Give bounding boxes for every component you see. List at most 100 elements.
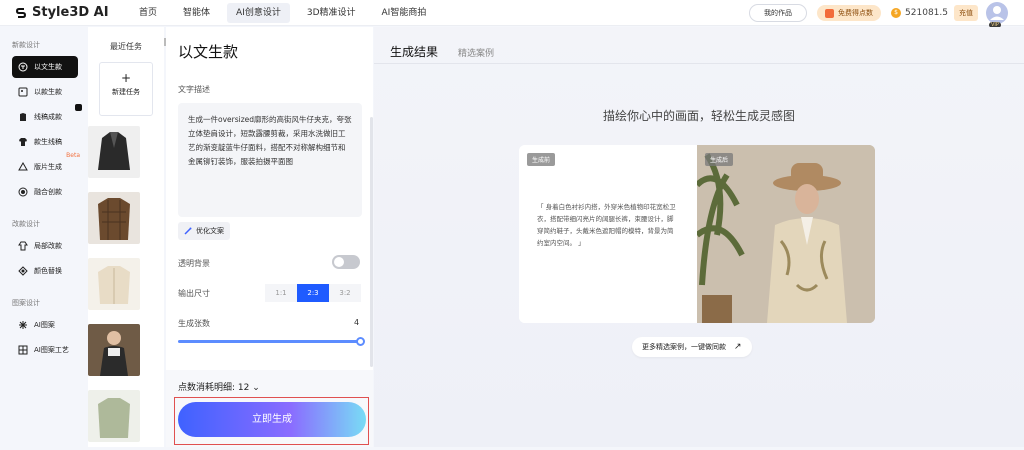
task-thumbnail-black-blazer[interactable] bbox=[88, 126, 140, 178]
logo[interactable]: Style3D AI bbox=[14, 5, 114, 20]
optimize-text-button[interactable]: 优化文案 bbox=[178, 222, 230, 240]
result-tabs: 生成结果 精选案例 bbox=[390, 43, 494, 60]
size-option-2-3[interactable]: 2:3 bbox=[297, 284, 329, 302]
sidebar-item-local-edit[interactable]: 局部改款 bbox=[12, 235, 78, 257]
text-to-design-icon bbox=[18, 62, 28, 72]
my-works-button[interactable]: 我的作品 bbox=[749, 4, 808, 22]
tab-results[interactable]: 生成结果 bbox=[390, 43, 438, 60]
task-thumbnail-model-dress[interactable] bbox=[88, 324, 140, 376]
nav-ai-photo[interactable]: AI智能商拍 bbox=[373, 0, 436, 26]
text-to-design-form: 以文生款 文字描述 生成一件oversized廓形的高街风牛仔夹克，夸张立体垫肩… bbox=[166, 27, 373, 447]
user-icon bbox=[990, 6, 1004, 20]
section-title-pattern: 图案设计 bbox=[12, 299, 40, 307]
sidebar-item-label: 以款生款 bbox=[34, 88, 62, 96]
result-area: 生成结果 精选案例 描绘你心中的画面，轻松生成灵感图 生成前 「 身着白色衬衫内… bbox=[374, 27, 1024, 447]
more-cases-button[interactable]: 更多精选案例，一键做同款 ↗ bbox=[632, 337, 752, 357]
tabs-divider bbox=[374, 63, 1024, 64]
fusion-icon bbox=[18, 187, 28, 197]
generate-footer: 点数消耗明细: 12 ⌄ 立即生成 bbox=[166, 370, 373, 447]
before-tag: 生成前 bbox=[527, 153, 556, 166]
transparent-bg-toggle[interactable] bbox=[332, 255, 360, 269]
count-slider[interactable] bbox=[178, 337, 365, 346]
slider-knob[interactable] bbox=[356, 337, 365, 346]
sidebar-item-ai-pattern[interactable]: AI图案 bbox=[12, 314, 78, 336]
sidebar-item-sketch-to-design[interactable]: 线稿成款 bbox=[12, 104, 82, 128]
section-title-new: 新款设计 bbox=[12, 41, 40, 49]
transparent-bg-label: 透明背景 bbox=[178, 259, 210, 268]
nav-agent[interactable]: 智能体 bbox=[174, 0, 219, 26]
nav-3d-design[interactable]: 3D精准设计 bbox=[298, 0, 365, 26]
new-badge-icon bbox=[75, 104, 82, 111]
sketch-to-design-icon bbox=[20, 113, 26, 121]
cost-detail[interactable]: 点数消耗明细: 12 ⌄ bbox=[178, 380, 260, 393]
magic-wand-icon bbox=[184, 227, 192, 235]
chevron-down-icon: ⌄ bbox=[252, 383, 260, 393]
ai-craft-icon bbox=[18, 345, 28, 355]
page-title: 以文生款 bbox=[178, 43, 239, 61]
sidebar-item-text-to-design[interactable]: 以文生款 bbox=[12, 56, 78, 78]
free-points-label: 免费得点数 bbox=[838, 9, 874, 17]
section-title-modify: 改款设计 bbox=[12, 220, 40, 228]
size-option-1-1[interactable]: 1:1 bbox=[265, 284, 297, 302]
design-to-sketch-icon bbox=[19, 138, 27, 146]
sidebar-item-label: 局部改款 bbox=[34, 242, 62, 250]
optimize-text-label: 优化文案 bbox=[196, 227, 224, 235]
sidebar-item-label: AI图案工艺 bbox=[34, 346, 69, 354]
new-task-button[interactable]: + 新建任务 bbox=[99, 62, 153, 116]
top-bar: Style3D AI 首页 智能体 AI创意设计 3D精准设计 AI智能商拍 我… bbox=[0, 0, 1024, 28]
sidebar-item-fusion[interactable]: 融合创款 bbox=[12, 181, 78, 203]
local-edit-icon bbox=[18, 241, 28, 251]
free-points-button[interactable]: 免费得点数 bbox=[817, 5, 882, 21]
nav-ai-creative[interactable]: AI创意设计 bbox=[227, 2, 290, 23]
after-tag: 生成后 bbox=[705, 153, 734, 166]
points-balance: $ 521081.5 bbox=[891, 8, 948, 18]
sidebar-item-ai-craft[interactable]: AI图案工艺 bbox=[12, 339, 78, 361]
example-result-image bbox=[694, 145, 875, 323]
count-label: 生成张数 bbox=[178, 319, 210, 328]
highlight-box bbox=[174, 397, 369, 445]
sidebar-item-design-to-sketch[interactable]: 款生线稿 bbox=[12, 131, 78, 153]
color-replace-icon bbox=[18, 266, 28, 276]
example-prompt: 「 身着白色衬衫内搭，外穿米色植物印花宽松卫衣，搭配带细闪亮片的阔腿长裤，束腰设… bbox=[537, 203, 676, 247]
form-scrollbar[interactable] bbox=[370, 117, 373, 367]
before-panel: 生成前 「 身着白色衬衫内搭，外穿米色植物印花宽松卫衣，搭配带细闪亮片的阔腿长裤… bbox=[519, 145, 697, 323]
after-panel: 生成后 bbox=[694, 145, 875, 323]
size-option-3-2[interactable]: 3:2 bbox=[329, 284, 361, 302]
coin-icon: $ bbox=[891, 8, 902, 18]
main-nav: 首页 智能体 AI创意设计 3D精准设计 AI智能商拍 bbox=[130, 0, 443, 26]
output-size-selector: 1:1 2:3 3:2 bbox=[265, 284, 361, 302]
task-thumbnail-green-shirt[interactable] bbox=[88, 390, 140, 442]
sidebar-item-design-to-design[interactable]: 以款生款 bbox=[12, 81, 78, 103]
new-task-label: 新建任务 bbox=[112, 88, 140, 96]
logo-text: Style3D AI bbox=[32, 5, 109, 20]
sidebar-item-pattern[interactable]: 版片生成 Beta bbox=[12, 152, 80, 178]
slogan: 描绘你心中的画面，轻松生成灵感图 bbox=[602, 109, 795, 123]
example-card: 生成前 「 身着白色衬衫内搭，外穿米色植物印花宽松卫衣，搭配带细闪亮片的阔腿长裤… bbox=[519, 145, 875, 323]
sidebar-item-label: 版片生成 bbox=[34, 163, 62, 171]
sidebar-item-label: AI图案 bbox=[34, 321, 55, 329]
count-value: 4 bbox=[354, 318, 360, 327]
nav-home[interactable]: 首页 bbox=[130, 0, 166, 26]
recharge-button[interactable]: 充值 bbox=[954, 5, 978, 21]
sidebar-item-label: 融合创款 bbox=[34, 188, 62, 196]
cost-detail-label: 点数消耗明细: 12 bbox=[178, 383, 250, 393]
task-thumbnail-cream-jacket[interactable] bbox=[88, 258, 140, 310]
avatar[interactable]: VIP bbox=[986, 2, 1008, 28]
sidebar-item-label: 以文生款 bbox=[34, 63, 62, 71]
sidebar-item-color-replace[interactable]: 颜色替换 bbox=[12, 260, 78, 282]
balance-value: 521081.5 bbox=[905, 8, 948, 18]
description-textarea[interactable]: 生成一件oversized廓形的高街风牛仔夹克，夸张立体垫肩设计，短款露腰剪裁，… bbox=[178, 103, 362, 217]
more-cases-label: 更多精选案例，一键做同款 bbox=[642, 343, 726, 351]
output-size-label: 输出尺寸 bbox=[178, 289, 210, 298]
gift-icon bbox=[825, 8, 835, 18]
tab-cases[interactable]: 精选案例 bbox=[458, 46, 494, 59]
sidebar-item-label: 颜色替换 bbox=[34, 267, 62, 275]
style3d-logo-icon bbox=[15, 7, 27, 18]
plus-icon: + bbox=[120, 71, 132, 85]
ai-pattern-icon bbox=[19, 321, 27, 329]
design-to-design-icon bbox=[18, 87, 28, 97]
task-thumbnail-brown-shirt[interactable] bbox=[88, 192, 140, 244]
arrow-up-right-icon: ↗ bbox=[734, 342, 742, 352]
sidebar-item-label: 线稿成款 bbox=[34, 113, 62, 121]
recent-tasks-title: 最近任务 bbox=[110, 42, 142, 51]
